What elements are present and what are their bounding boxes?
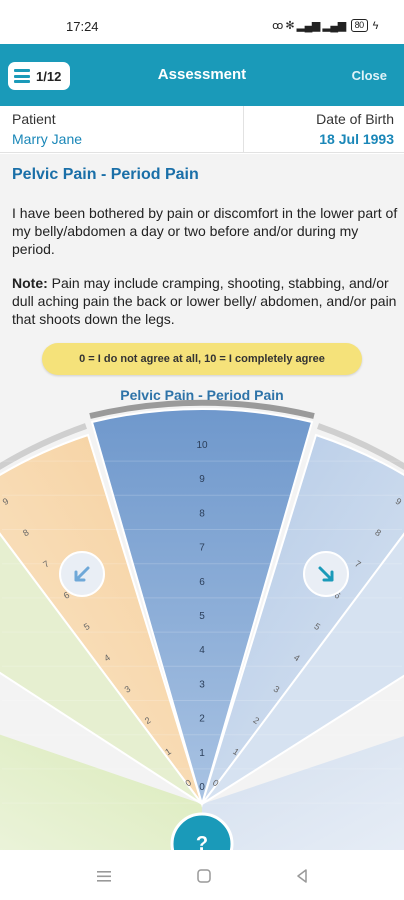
rating-wheel[interactable]: 012345678910 012345678910 012345678910 ? [0,154,404,850]
scale-value-5[interactable]: 5 [199,611,205,622]
divider [243,106,244,153]
next-segment-button[interactable] [303,551,349,597]
status-icons: ꝏ ✻ ▂▄▆ ▂▄▆ 80 ϟ [272,19,379,32]
dob-label: Date of Birth [316,111,394,127]
scale-value-4[interactable]: 4 [199,645,205,656]
patient-label: Patient [12,111,56,127]
patient-name: Marry Jane [12,131,83,147]
wheel-title: Pelvic Pain - Period Pain [120,387,284,403]
scale-value-0[interactable]: 0 [199,782,205,793]
scale-value-6[interactable]: 6 [199,577,205,588]
home-icon[interactable] [192,864,216,888]
close-button[interactable]: Close [352,68,387,83]
battery-icon: 80 [350,19,368,32]
note-text: Note: Pain may include cramping, shootin… [12,274,398,328]
help-icon: ? [196,833,208,850]
scale-hint-badge: 0 = I do not agree at all, 10 = I comple… [42,343,362,375]
charging-icon: ϟ [372,19,379,32]
page-title: Assessment [157,66,247,83]
system-nav-bar [0,850,404,900]
patient-info: Patient Marry Jane Date of Birth 18 Jul … [0,106,404,153]
question-text: I have been bothered by pain or discomfo… [12,205,398,257]
signal-icon: ꝏ ✻ ▂▄▆ ▂▄▆ [272,20,346,32]
previous-segment-button[interactable] [59,551,105,597]
note-label: Note: [12,275,48,291]
note-body: Pain may include cramping, shooting, sta… [12,275,397,327]
scale-value-2[interactable]: 2 [199,714,205,725]
section-title: Pelvic Pain - Period Pain [12,166,199,183]
scale-value-10[interactable]: 10 [196,440,208,451]
scale-value-8[interactable]: 8 [199,508,205,519]
scale-value-1[interactable]: 1 [199,748,205,759]
dob-value: 18 Jul 1993 [319,131,394,147]
back-icon[interactable] [290,864,314,888]
scale-value-9[interactable]: 9 [199,474,205,485]
question-content: 012345678910 012345678910 012345678910 ?… [0,154,404,850]
recent-apps-icon[interactable] [92,864,116,888]
status-time: 17:24 [66,19,99,34]
scale-value-3[interactable]: 3 [199,679,205,690]
status-bar: 17:24 ꝏ ✻ ▂▄▆ ▂▄▆ 80 ϟ [0,0,404,44]
scale-value-7[interactable]: 7 [199,543,205,554]
app-header: 1/12 Assessment Close [0,44,404,106]
